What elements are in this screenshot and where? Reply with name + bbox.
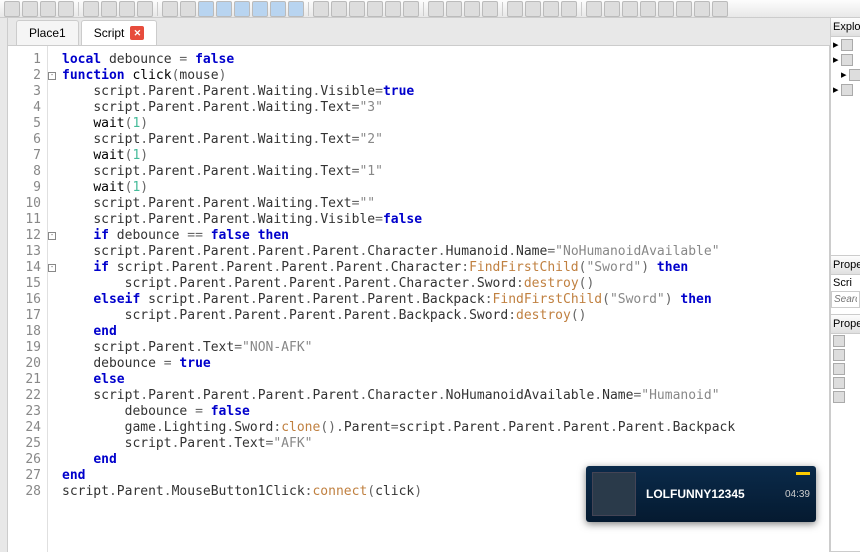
toolbar-button[interactable] — [180, 1, 196, 17]
fold-marker[interactable]: - — [48, 264, 56, 272]
close-icon[interactable]: ✕ — [130, 26, 144, 40]
left-gutter-strip — [0, 18, 8, 552]
toolbar-button[interactable] — [313, 1, 329, 17]
prop-icon — [833, 335, 845, 347]
tab-script[interactable]: Script ✕ — [81, 20, 158, 45]
toolbar-button[interactable] — [40, 1, 56, 17]
right-dock: Explor ▸ ▸ ▸ ▸ Prope Scri Prope — [830, 18, 860, 552]
toolbar-button[interactable] — [137, 1, 153, 17]
toolbar-button[interactable] — [234, 1, 250, 17]
script-label: Scri — [833, 277, 852, 289]
avatar — [592, 472, 636, 516]
toolbar-button[interactable] — [367, 1, 383, 17]
toolbar-button[interactable] — [622, 1, 638, 17]
properties-header-2[interactable]: Prope — [831, 315, 860, 334]
toolbar-button[interactable] — [58, 1, 74, 17]
toolbar-button[interactable] — [252, 1, 268, 17]
toolbar-button[interactable] — [270, 1, 286, 17]
notif-accent-bar — [796, 472, 810, 475]
tree-item-icon — [841, 54, 853, 66]
toolbar-button[interactable] — [83, 1, 99, 17]
prop-icon — [833, 363, 845, 375]
prop-icon — [833, 349, 845, 361]
notif-time: 04:39 — [785, 489, 810, 500]
fold-column: - - - — [48, 46, 58, 552]
toolbar-button[interactable] — [543, 1, 559, 17]
toolbar-button[interactable] — [604, 1, 620, 17]
toolbar-button[interactable] — [712, 1, 728, 17]
toolbar-button[interactable] — [676, 1, 692, 17]
properties-header[interactable]: Prope — [831, 256, 860, 275]
toolbar-button[interactable] — [446, 1, 462, 17]
fold-marker[interactable]: - — [48, 72, 56, 80]
toolbar-button[interactable] — [288, 1, 304, 17]
toolbar-button[interactable] — [4, 1, 20, 17]
tree-item-icon — [841, 84, 853, 96]
properties-body-2[interactable] — [831, 334, 860, 552]
toolbar-button[interactable] — [385, 1, 401, 17]
toolbar-button[interactable] — [101, 1, 117, 17]
tree-item-icon — [841, 39, 853, 51]
tab-label: Place1 — [29, 26, 66, 40]
toolbar-button[interactable] — [198, 1, 214, 17]
toolbar-button[interactable] — [694, 1, 710, 17]
toolbar-button[interactable] — [119, 1, 135, 17]
main-toolbar — [0, 0, 860, 18]
toolbar-button[interactable] — [658, 1, 674, 17]
toolbar-button[interactable] — [428, 1, 444, 17]
toolbar-button[interactable] — [640, 1, 656, 17]
explorer-header[interactable]: Explor — [831, 18, 860, 37]
prop-icon — [833, 377, 845, 389]
toolbar-button[interactable] — [349, 1, 365, 17]
notification-toast[interactable]: LOLFUNNY12345 04:39 — [586, 466, 816, 522]
toolbar-button[interactable] — [507, 1, 523, 17]
line-number-gutter: 1234567891011121314151617181920212223242… — [8, 46, 48, 552]
toolbar-button[interactable] — [586, 1, 602, 17]
toolbar-button[interactable] — [162, 1, 178, 17]
toolbar-button[interactable] — [22, 1, 38, 17]
toolbar-button[interactable] — [403, 1, 419, 17]
tree-item-icon — [849, 69, 860, 81]
toolbar-button[interactable] — [216, 1, 232, 17]
fold-marker[interactable]: - — [48, 232, 56, 240]
toolbar-button[interactable] — [331, 1, 347, 17]
tab-label: Script — [94, 26, 125, 40]
prop-icon — [833, 391, 845, 403]
toolbar-button[interactable] — [482, 1, 498, 17]
tab-bar: Place1 Script ✕ — [8, 18, 830, 46]
properties-body[interactable]: Scri — [831, 275, 860, 315]
tab-place1[interactable]: Place1 — [16, 20, 79, 45]
notif-username: LOLFUNNY12345 — [646, 487, 775, 501]
toolbar-button[interactable] — [525, 1, 541, 17]
toolbar-button[interactable] — [561, 1, 577, 17]
explorer-tree[interactable]: ▸ ▸ ▸ ▸ — [831, 37, 860, 256]
toolbar-button[interactable] — [464, 1, 480, 17]
search-input[interactable] — [831, 291, 860, 308]
